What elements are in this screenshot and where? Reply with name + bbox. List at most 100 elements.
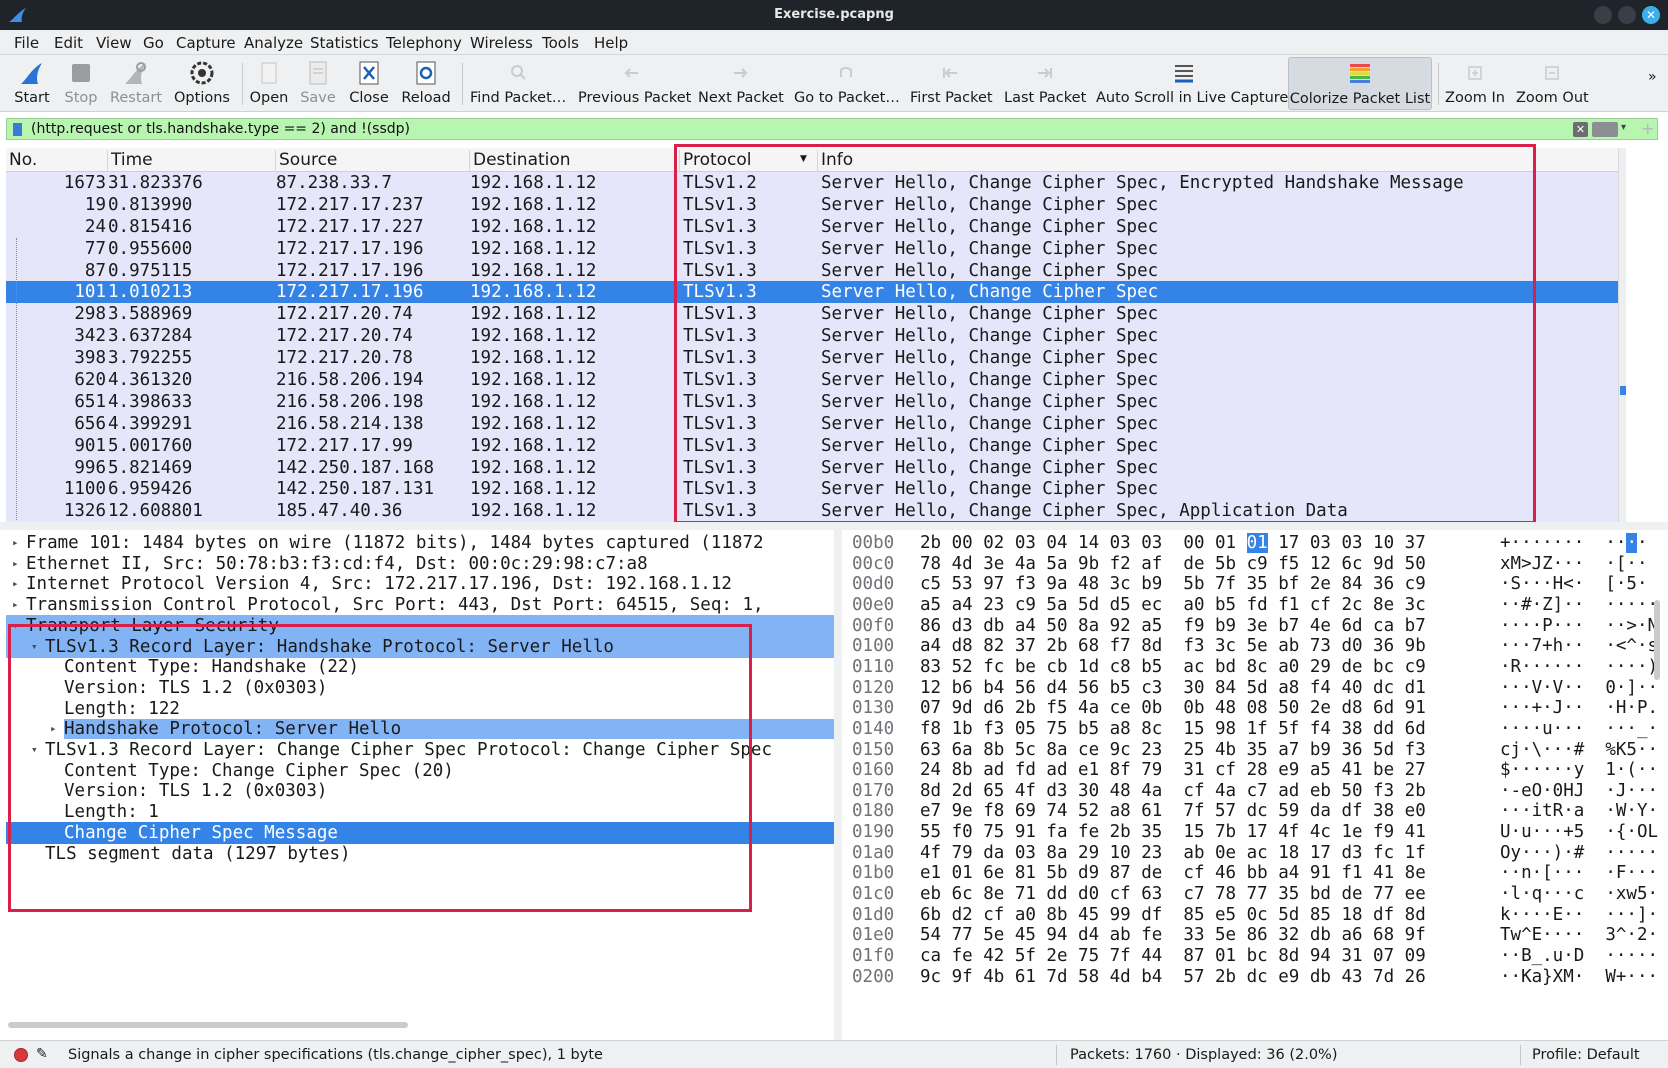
maximize-button[interactable] (1618, 6, 1636, 24)
hex-ascii: Oy···)·# ····· (1500, 843, 1658, 863)
packet-row[interactable]: 656 4.399291 216.58.214.138 192.168.1.12 TLS… (6, 412, 1618, 435)
apply-filter-arrow-icon[interactable] (1592, 122, 1618, 137)
detail-tree-item[interactable]: Length: 122 (6, 698, 834, 720)
bytes-vertical-scrollbar[interactable] (1654, 600, 1660, 680)
expand-right-arrow-icon[interactable]: ▸ (12, 577, 19, 590)
menu-view[interactable]: View (96, 34, 132, 52)
expand-right-arrow-icon[interactable]: ▸ (50, 722, 57, 735)
packet-row[interactable]: 101 1.010213 172.217.17.196 192.168.1.12 TLS… (6, 281, 1618, 304)
packet-row[interactable]: 342 3.637284 172.217.20.74 192.168.1.12 TLSv… (6, 325, 1618, 348)
toolbar-overflow-button[interactable]: » (1648, 69, 1657, 85)
packet-source-cell: 87.238.33.7 (276, 173, 392, 193)
detail-tree-label: Frame 101: 1484 bytes on wire (11872 bit… (26, 533, 764, 553)
next-packet-button[interactable]: Next Packet (698, 57, 784, 110)
close-window-button[interactable]: ✕ (1642, 6, 1660, 24)
packet-row[interactable]: 1326 12.608801 185.47.40.36 192.168.1.12 TLS… (6, 500, 1618, 522)
status-profile[interactable]: Profile: Default (1532, 1047, 1640, 1063)
menu-file[interactable]: File (14, 34, 39, 52)
detail-tree-item[interactable]: Content Type: Change Cipher Spec (20) (6, 760, 834, 782)
column-info[interactable]: Info (818, 150, 1618, 172)
packet-row[interactable]: 24 0.815416 172.217.17.227 192.168.1.12 TLSv… (6, 215, 1618, 238)
first-packet-button[interactable]: First Packet (910, 57, 993, 110)
column-time[interactable]: Time (108, 150, 276, 172)
packet-row[interactable]: 1673 31.823376 87.238.33.7 192.168.1.12 TLSv… (6, 172, 1618, 194)
menu-go[interactable]: Go (143, 34, 164, 52)
packet-info-cell: Server Hello, Change Cipher Spec (821, 238, 1159, 259)
details-horizontal-scrollbar[interactable] (8, 1022, 408, 1028)
detail-tree-item[interactable]: ▸ Handshake Protocol: Server Hello (6, 718, 834, 740)
packet-list-scrollbar[interactable] (1618, 148, 1626, 522)
reload-file-button[interactable]: Reload (400, 57, 452, 110)
packet-row[interactable]: 651 4.398633 216.58.206.198 192.168.1.12 TLS… (6, 390, 1618, 413)
previous-packet-button[interactable]: Previous Packet (578, 57, 691, 110)
stop-capture-button[interactable]: Stop (58, 57, 104, 110)
auto-scroll-button[interactable]: Auto Scroll in Live Capture (1096, 57, 1288, 110)
menu-capture[interactable]: Capture (176, 34, 236, 52)
zoom-in-button[interactable]: Zoom In (1444, 57, 1506, 110)
column-no[interactable]: No. (6, 150, 108, 172)
expert-info-indicator-icon[interactable] (14, 1048, 28, 1062)
restart-capture-button[interactable]: Restart (108, 57, 164, 110)
expand-down-arrow-icon[interactable]: ▾ (12, 619, 19, 632)
column-destination[interactable]: Destination (470, 150, 680, 172)
expand-right-arrow-icon[interactable]: ▸ (12, 536, 19, 549)
detail-tree-item[interactable]: ▸ Transmission Control Protocol, Src Port… (6, 594, 834, 616)
detail-tree-item[interactable]: ▸ Ethernet II, Src: 50:78:b3:f3:cd:f4, Ds… (6, 553, 834, 575)
close-file-button[interactable]: Close (346, 57, 392, 110)
detail-tree-item[interactable]: Length: 1 (6, 801, 834, 823)
last-packet-button[interactable]: Last Packet (1004, 57, 1086, 110)
detail-tree-item[interactable]: ▾ TLSv1.3 Record Layer: Change Cipher Spe… (6, 739, 834, 761)
expand-right-arrow-icon[interactable]: ▸ (12, 557, 19, 570)
packet-row[interactable]: 996 5.821469 142.250.187.168 192.168.1.12 TL… (6, 456, 1618, 479)
bookmark-icon[interactable] (13, 123, 22, 136)
zoom-out-button[interactable]: Zoom Out (1516, 57, 1589, 110)
minimize-button[interactable] (1594, 6, 1612, 24)
packet-row[interactable]: 620 4.361320 216.58.206.194 192.168.1.12 TLS… (6, 369, 1618, 391)
pane-splitter-horizontal[interactable] (0, 522, 1668, 530)
detail-tree-item[interactable]: ▾ Transport Layer Security (6, 614, 834, 637)
expand-down-arrow-icon[interactable]: ▾ (31, 743, 38, 756)
menu-wireless[interactable]: Wireless (470, 34, 533, 52)
menu-edit[interactable]: Edit (54, 34, 83, 52)
add-filter-button-icon[interactable]: + (1641, 119, 1654, 138)
detail-tree-item[interactable]: Version: TLS 1.2 (0x0303) (6, 780, 834, 802)
colorize-packet-list-button[interactable]: Colorize Packet List (1288, 57, 1432, 110)
save-file-button[interactable]: Save (298, 57, 338, 110)
detail-tree-item[interactable]: TLS segment data (1297 bytes) (6, 843, 834, 865)
column-source[interactable]: Source (276, 150, 470, 172)
detail-tree-item[interactable]: ▸ Internet Protocol Version 4, Src: 172.2… (6, 573, 834, 595)
packet-row[interactable]: 398 3.792255 172.217.20.78 192.168.1.12 TLSv… (6, 347, 1618, 370)
menu-statistics[interactable]: Statistics (310, 34, 379, 52)
packet-row[interactable]: 298 3.588969 172.217.20.74 192.168.1.12 TLSv… (6, 303, 1618, 326)
packet-row[interactable]: 19 0.813990 172.217.17.237 192.168.1.12 TLSv… (6, 193, 1618, 216)
detail-tree-item[interactable]: ▸ Frame 101: 1484 bytes on wire (11872 bi… (6, 532, 834, 554)
filter-history-dropdown-icon[interactable]: ▾ (1621, 122, 1626, 133)
expand-right-arrow-icon[interactable]: ▸ (12, 598, 19, 611)
detail-tree-item[interactable]: ▾ TLSv1.3 Record Layer: Handshake Protoco… (6, 635, 834, 658)
menu-tools[interactable]: Tools (542, 34, 579, 52)
detail-tree-item[interactable]: Content Type: Handshake (22) (6, 656, 834, 678)
pane-splitter-vertical[interactable] (834, 530, 842, 1040)
packet-row[interactable]: 87 0.975115 172.217.17.196 192.168.1.12 TLSv… (6, 259, 1618, 282)
detail-tree-item[interactable]: Change Cipher Spec Message (6, 821, 834, 844)
menu-telephony[interactable]: Telephony (386, 34, 462, 52)
menu-analyze[interactable]: Analyze (244, 34, 303, 52)
packet-row[interactable]: 77 0.955600 172.217.17.196 192.168.1.12 TLSv… (6, 237, 1618, 260)
detail-tree-item[interactable]: Version: TLS 1.2 (0x0303) (6, 677, 834, 699)
packet-row[interactable]: 1100 6.959426 142.250.187.131 192.168.1.12 T… (6, 478, 1618, 501)
capture-options-button[interactable]: Options (172, 57, 232, 110)
packet-source-cell: 172.217.17.196 (276, 282, 424, 303)
open-file-button[interactable]: Open (248, 57, 290, 110)
expand-down-arrow-icon[interactable]: ▾ (31, 640, 38, 653)
find-packet-button[interactable]: Find Packet… (470, 57, 566, 110)
clear-filter-icon[interactable]: ✕ (1573, 122, 1588, 137)
edit-comment-icon[interactable]: ✎ (36, 1046, 48, 1062)
go-to-packet-button[interactable]: Go to Packet… (794, 57, 900, 110)
packet-no-cell: 19 (84, 194, 106, 215)
start-capture-button[interactable]: Start (8, 57, 56, 110)
display-filter-input[interactable] (31, 120, 1551, 138)
menu-help[interactable]: Help (594, 34, 628, 52)
column-protocol[interactable]: Protocol (680, 150, 818, 172)
hex-ascii-text: ··Ka}XM· W+··· (1500, 966, 1659, 987)
packet-row[interactable]: 901 5.001760 172.217.17.99 192.168.1.12 TLSv… (6, 434, 1618, 457)
